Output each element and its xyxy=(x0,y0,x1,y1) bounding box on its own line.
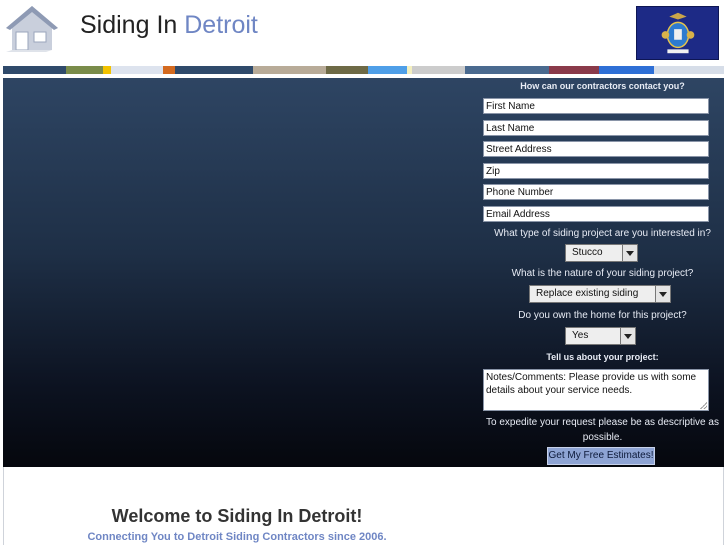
street-address-input[interactable]: Street Address xyxy=(483,141,709,157)
hero-banner: How can our contractors contact you? Fir… xyxy=(3,78,724,467)
last-name-input[interactable]: Last Name xyxy=(483,120,709,136)
project-nature-value: Replace existing siding xyxy=(536,288,639,299)
notes-text: Notes/Comments: Please provide us with s… xyxy=(486,372,697,396)
contact-form: How can our contractors contact you? Fir… xyxy=(481,78,724,467)
site-title-main: Siding In xyxy=(80,11,185,39)
project-type-question: What type of siding project are you inte… xyxy=(494,228,711,239)
project-nature-select[interactable]: Replace existing siding xyxy=(529,285,671,303)
project-details-label: Tell us about your project: xyxy=(546,352,659,362)
site-header: Siding In Detroit xyxy=(0,0,727,64)
resize-grip-icon[interactable] xyxy=(700,402,707,409)
site-title-accent: Detroit xyxy=(184,11,258,39)
michigan-flag-icon xyxy=(636,6,719,60)
project-nature-question: What is the nature of your siding projec… xyxy=(511,268,694,279)
project-type-select[interactable]: Stucco xyxy=(565,244,638,262)
welcome-heading: Welcome to Siding In Detroit! xyxy=(111,506,363,526)
notes-textarea[interactable]: Notes/Comments: Please provide us with s… xyxy=(483,369,709,411)
chevron-down-icon[interactable] xyxy=(622,245,637,261)
chevron-down-icon[interactable] xyxy=(620,328,635,344)
form-title: How can our contractors contact you? xyxy=(520,81,685,91)
email-input[interactable]: Email Address xyxy=(483,206,709,222)
first-name-input[interactable]: First Name xyxy=(483,98,709,114)
home-owner-question: Do you own the home for this project? xyxy=(518,310,687,321)
tagline: Connecting You to Detroit Siding Contrac… xyxy=(87,531,387,543)
house-logo-icon[interactable] xyxy=(2,2,60,52)
home-owner-select[interactable]: Yes xyxy=(565,327,636,345)
zip-input[interactable]: Zip xyxy=(483,163,709,179)
expedite-note: To expedite your request please be as de… xyxy=(486,417,719,443)
color-stripe xyxy=(3,66,724,74)
site-title[interactable]: Siding In Detroit xyxy=(80,11,258,40)
content-border-right xyxy=(723,467,724,545)
phone-input[interactable]: Phone Number xyxy=(483,184,709,200)
get-estimates-button[interactable]: Get My Free Estimates! xyxy=(547,447,655,465)
home-owner-value: Yes xyxy=(572,330,589,341)
chevron-down-icon[interactable] xyxy=(655,286,670,302)
project-type-value: Stucco xyxy=(572,247,603,258)
